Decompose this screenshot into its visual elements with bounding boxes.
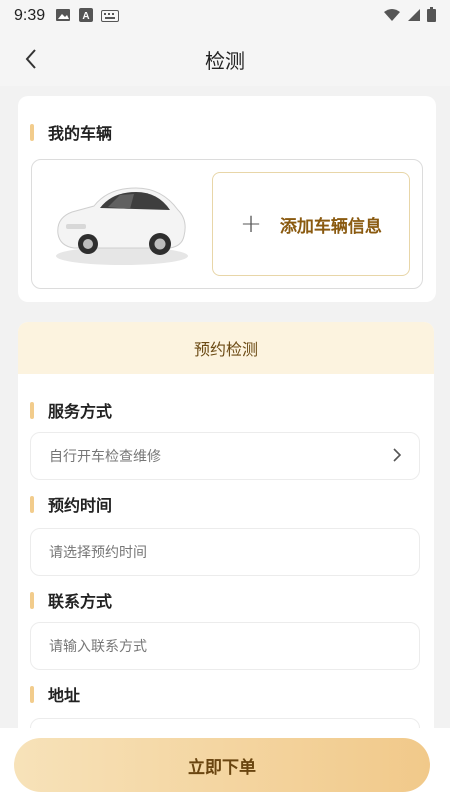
my-vehicle-title: 我的车辆 — [48, 124, 113, 143]
service-section-header: 服务方式 — [30, 398, 112, 422]
plus-icon: + — [240, 209, 262, 239]
svg-text:A: A — [83, 11, 90, 22]
nav-bar: 检测 — [0, 32, 450, 86]
contact-input[interactable]: 请输入联系方式 — [30, 622, 420, 670]
time-label: 预约时间 — [48, 496, 113, 515]
contact-placeholder: 请输入联系方式 — [49, 639, 147, 655]
time-section-header: 预约时间 — [30, 492, 112, 516]
wifi-icon — [383, 7, 401, 26]
my-vehicle-header: 我的车辆 — [30, 120, 112, 144]
status-bar: 9:39 A — [0, 0, 450, 32]
time-picker[interactable]: 请选择预约时间 — [30, 528, 420, 576]
service-value: 自行开车检查维修 — [49, 449, 161, 465]
footer-bar: 立即下单 — [0, 728, 450, 800]
car-icon — [50, 176, 190, 272]
add-vehicle-button[interactable]: + 添加车辆信息 — [212, 172, 410, 276]
section-accent-bar — [30, 591, 34, 609]
time-placeholder: 请选择预约时间 — [49, 545, 147, 561]
booking-card: 预约检测 服务方式 自行开车检查维修 预约时间 请选择预约时间 联系方式 请输入… — [18, 322, 434, 728]
booking-header-title: 预约检测 — [193, 340, 258, 359]
a-icon: A — [79, 7, 94, 26]
status-time: 9:39 — [14, 7, 46, 24]
booking-header: 预约检测 — [18, 322, 434, 374]
add-vehicle-label: 添加车辆信息 — [279, 216, 382, 237]
address-input[interactable] — [30, 718, 420, 728]
section-accent-bar — [30, 123, 34, 141]
my-vehicle-card: 我的车辆 + 添加车辆信息 — [18, 96, 436, 302]
contact-section-header: 联系方式 — [30, 588, 112, 612]
order-now-button[interactable]: 立即下单 — [14, 738, 430, 792]
vehicle-box: + 添加车辆信息 — [31, 159, 423, 289]
back-button[interactable] — [14, 42, 48, 76]
address-section-header: 地址 — [30, 682, 80, 706]
main-content[interactable]: 我的车辆 + 添加车辆信息 预约检测 服务方式 自行开车检查维修 预约时间 请选… — [0, 86, 450, 728]
signal-icon — [407, 7, 421, 26]
order-now-label: 立即下单 — [188, 757, 256, 778]
chevron-left-icon — [25, 49, 36, 69]
section-accent-bar — [30, 685, 34, 703]
image-icon — [55, 7, 71, 26]
chevron-right-icon — [393, 447, 402, 466]
battery-icon — [427, 6, 436, 26]
section-accent-bar — [30, 495, 34, 513]
section-accent-bar — [30, 401, 34, 419]
service-select[interactable]: 自行开车检查维修 — [30, 432, 420, 480]
contact-label: 联系方式 — [48, 592, 113, 611]
page-title: 检测 — [205, 48, 245, 73]
service-label: 服务方式 — [48, 402, 113, 421]
keyboard-icon — [101, 7, 120, 26]
address-label: 地址 — [48, 686, 81, 705]
